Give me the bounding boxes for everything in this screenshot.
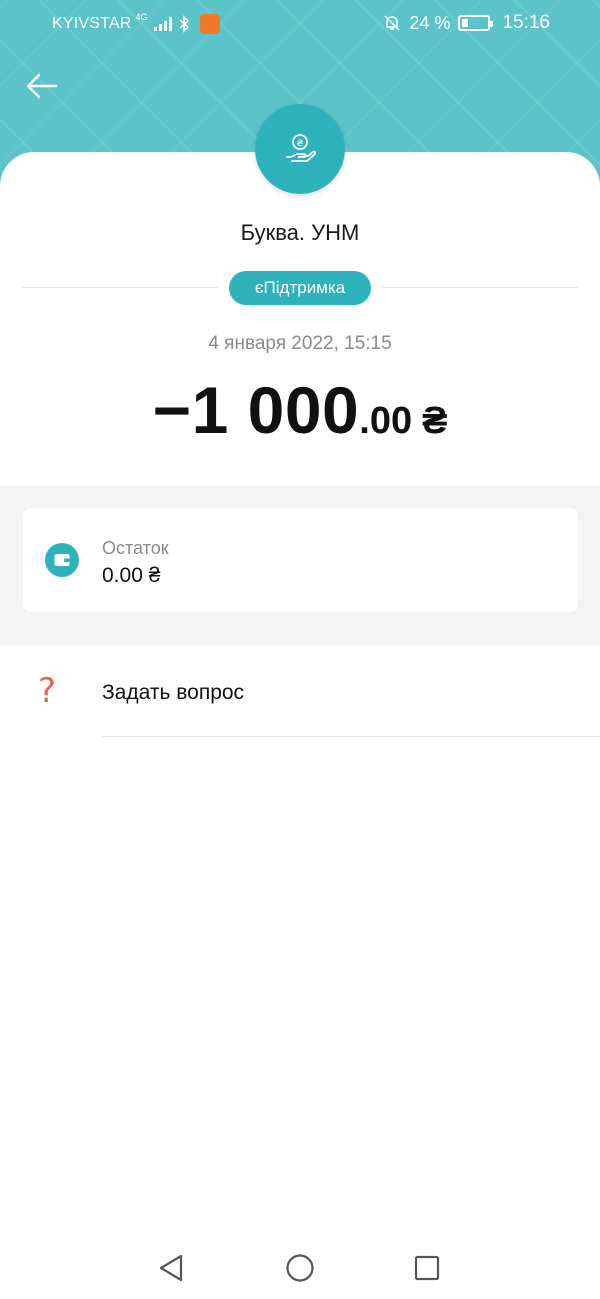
- bluetooth-icon: [179, 15, 189, 33]
- svg-text:₴: ₴: [297, 139, 304, 149]
- signal-icon: [153, 17, 172, 31]
- ask-question-row[interactable]: ? Задать вопрос: [0, 646, 600, 738]
- arrow-left-icon: [26, 73, 58, 99]
- status-left: KYIVSTAR 4G: [52, 12, 220, 34]
- amount-decimals: .00: [359, 400, 413, 442]
- back-triangle-icon: [159, 1254, 183, 1282]
- recents-square-icon: [414, 1255, 440, 1281]
- transaction-amount: −1 000.00 ₴: [0, 372, 600, 448]
- status-clock: 15:16: [502, 12, 550, 33]
- status-bar: KYIVSTAR 4G 24 % 15:16: [0, 0, 600, 48]
- amount-currency: ₴: [422, 400, 448, 442]
- transaction-date: 4 января 2022, 15:15: [208, 333, 392, 354]
- app-notification-icon: [199, 14, 220, 34]
- battery-fill: [462, 19, 469, 27]
- balance-section: Остаток 0.00 ₴: [0, 486, 600, 646]
- ask-divider: [102, 736, 600, 737]
- balance-label: Остаток: [102, 538, 169, 558]
- wallet-icon: [45, 543, 79, 577]
- bell-off-icon: [384, 15, 400, 31]
- home-circle-icon: [286, 1254, 314, 1282]
- balance-value: 0.00 ₴: [102, 564, 161, 587]
- ask-question-label: Задать вопрос: [102, 681, 245, 704]
- nav-back-button[interactable]: [152, 1248, 192, 1288]
- network-type: 4G: [135, 12, 148, 22]
- nav-recents-button[interactable]: [407, 1248, 447, 1288]
- back-button[interactable]: [22, 66, 62, 106]
- navigation-bar: [0, 1232, 600, 1299]
- nav-home-button[interactable]: [280, 1248, 320, 1288]
- carrier-name: KYIVSTAR: [52, 15, 132, 32]
- merchant-name: Буква. УНМ: [240, 220, 360, 245]
- merchant-avatar: ₴: [255, 104, 345, 194]
- hand-coin-icon: ₴: [286, 134, 316, 162]
- balance-card: Остаток 0.00 ₴: [23, 508, 578, 612]
- status-right: 24 % 15:16: [383, 12, 550, 34]
- battery-percent: 24 %: [409, 12, 451, 33]
- category-divider-left: [22, 287, 218, 288]
- question-mark-icon: ?: [38, 671, 57, 711]
- category-chip[interactable]: єПідтримка: [229, 271, 371, 305]
- category-divider-right: [382, 287, 578, 288]
- amount-main: −1 000: [152, 373, 360, 447]
- battery-icon: [458, 15, 494, 31]
